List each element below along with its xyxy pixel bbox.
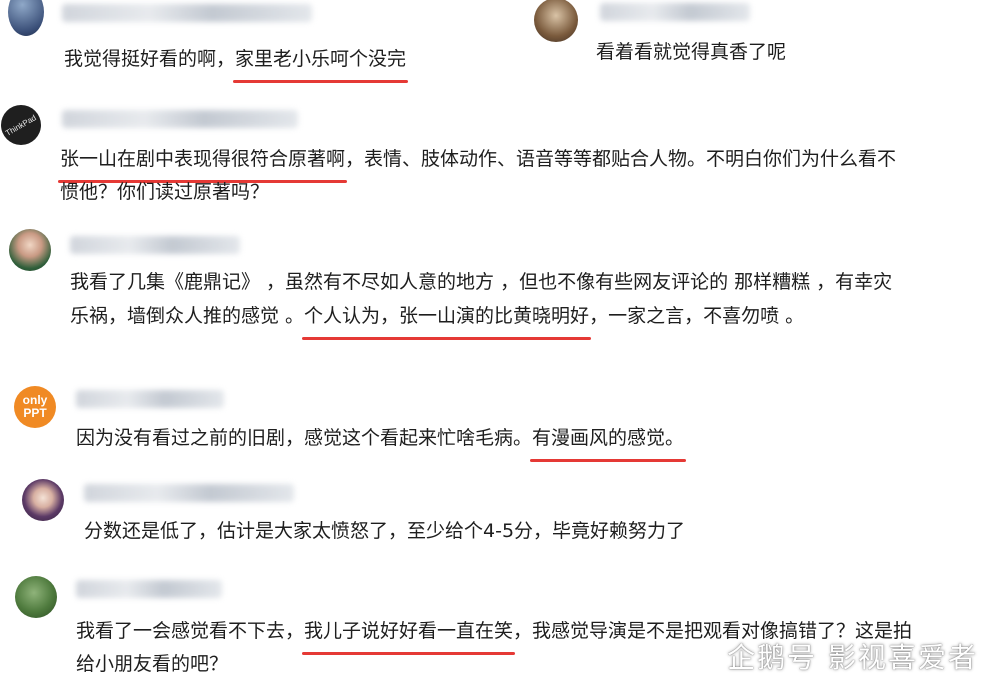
comment-text-plain: 看着看就觉得真香了呢 [596,41,787,63]
avatar[interactable] [22,479,64,521]
comment-text-plain: 给小朋友看的吧？ [76,653,229,675]
username-blurred[interactable] [600,3,750,21]
comment-text: 看着看就觉得真香了呢 [596,36,786,69]
comment-text-highlight: 家里老小乐呵个没完 [233,43,409,83]
comment-text-plain: 因为没有看过之前的旧剧，感觉这个看起来忙啥毛病。 [76,427,533,449]
avatar[interactable]: ThinkPad [1,105,41,145]
comment-text: 我觉得挺好看的啊，家里老小乐呵个没完 [64,43,409,83]
comment-text-plain: 我觉得挺好看的啊， [64,48,236,70]
comment-text-plain: 我看了一会感觉看不下去， [76,620,305,642]
penguin-logo-icon [689,642,715,672]
comment-text-highlight: 我儿子说好好看一直在笑 [302,615,516,655]
avatar[interactable] [15,576,57,618]
comment-text-plain: 我看了几集《鹿鼎记》 ，虽然有不尽如人意的地方 ，但也不像有些网友评论的 那样糟… [70,271,893,293]
comment-text-plain: 惯他？你们读过原著吗？ [60,181,270,203]
avatar-label: ThinkPad [4,112,38,138]
watermark-text: 企鹅号 影视喜爱者 [727,641,978,674]
username-blurred[interactable] [76,580,222,598]
comment-text-highlight: 有漫画风的感觉。 [530,422,687,462]
comment-text: 分数还是低了，估计是大家太愤怒了，至少给个4-5分，毕竟好赖努力了 [84,515,685,548]
username-blurred[interactable] [76,390,224,408]
comment-text-line: 张一山在剧中表现得很符合原著啊，表情、肢体动作、语音等等都贴合人物。不明白你们为… [57,143,897,183]
avatar-label: PPT [23,406,47,420]
comment-text-highlight: 个人认为，张一山演的比黄晓明好 [302,300,592,340]
comment-text-plain: 乐祸，墙倒众人推的感觉 。 [70,305,305,327]
comment-text: 因为没有看过之前的旧剧，感觉这个看起来忙啥毛病。有漫画风的感觉。 [76,422,687,462]
comment-text-line: 我看了几集《鹿鼎记》 ，虽然有不尽如人意的地方 ，但也不像有些网友评论的 那样糟… [70,266,892,299]
username-blurred[interactable] [62,110,298,128]
comment-text-highlight: 张一山在剧中表现得很符合原著啊 [57,143,348,183]
watermark: 企鹅号 影视喜爱者 [687,636,978,676]
avatar[interactable]: only PPT [14,386,56,428]
comment-text-plain: ，一家之言，不喜勿喷 。 [589,305,805,327]
comment-text-plain: 分数还是低了，估计是大家太愤怒了，至少给个4-5分，毕竟好赖努力了 [84,520,686,542]
avatar[interactable] [9,229,51,271]
avatar[interactable] [534,0,578,42]
comment-text-plain: ，表情、肢体动作、语音等等都贴合人物。不明白你们为什么看不 [345,148,897,170]
avatar[interactable] [8,0,44,36]
username-blurred[interactable] [84,484,294,502]
comment-text-line: 惯他？你们读过原著吗？ [60,176,269,209]
username-blurred[interactable] [62,4,312,22]
username-blurred[interactable] [70,236,240,254]
comment-text-line: 乐祸，墙倒众人推的感觉 。个人认为，张一山演的比黄晓明好，一家之言，不喜勿喷 。 [70,300,805,340]
comment-text-line: 给小朋友看的吧？ [76,648,228,681]
